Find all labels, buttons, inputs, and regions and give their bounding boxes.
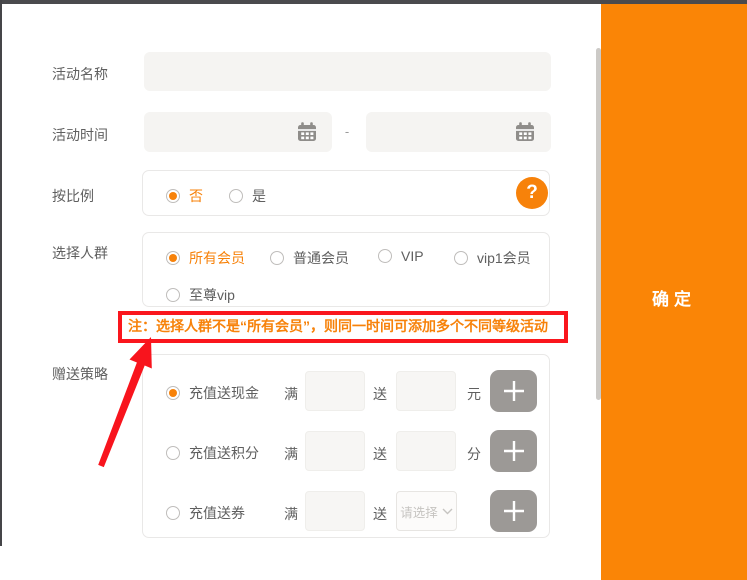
- drawer-form: 确定 活动名称 活动时间 -: [0, 0, 747, 580]
- give-word: 送: [373, 444, 387, 464]
- radio-option-vip1[interactable]: vip1会员: [454, 248, 531, 268]
- date-range-separator: -: [338, 124, 356, 139]
- radio-icon[interactable]: [166, 506, 180, 520]
- scrollbar-thumb[interactable]: [596, 48, 601, 400]
- by-ratio-group: 否 是 ?: [142, 170, 550, 216]
- radio-icon[interactable]: [378, 249, 392, 263]
- confirm-panel: 确定: [601, 4, 747, 580]
- plus-icon: [502, 379, 526, 403]
- unit-word: 元: [467, 384, 481, 404]
- radio-option-all-members[interactable]: 所有会员: [166, 248, 245, 268]
- by-ratio-label: 按比例: [52, 186, 94, 206]
- add-rule-button[interactable]: [490, 430, 537, 472]
- help-icon[interactable]: ?: [516, 177, 548, 209]
- radio-icon[interactable]: [166, 251, 180, 265]
- audience-group: 所有会员 普通会员 VIP vip1会员 至尊vip: [142, 232, 550, 307]
- radio-icon[interactable]: [454, 251, 468, 265]
- plus-icon: [502, 499, 526, 523]
- radio-option-recharge-cash[interactable]: 充值送现金: [166, 383, 259, 403]
- chevron-down-icon: [442, 508, 453, 515]
- confirm-button[interactable]: 确定: [601, 285, 747, 310]
- radio-icon[interactable]: [166, 386, 180, 400]
- strategy-group: 充值送现金 满 送 元 充值送积分 满 送 分 充值送券: [142, 354, 550, 538]
- radio-option-normal-members[interactable]: 普通会员: [270, 248, 349, 268]
- radio-option-vip[interactable]: VIP: [378, 248, 424, 264]
- audience-label: 选择人群: [52, 243, 108, 263]
- radio-icon[interactable]: [166, 189, 180, 203]
- note-text: 注：选择人群不是“所有会员”，则同一时间可添加多个不同等级活动: [128, 316, 548, 336]
- add-rule-button[interactable]: [490, 490, 537, 532]
- activity-name-input[interactable]: [144, 52, 551, 91]
- radio-option-yes[interactable]: 是: [229, 186, 266, 206]
- gift-amount-input[interactable]: [396, 431, 456, 471]
- amount-input[interactable]: [305, 371, 365, 411]
- give-word: 送: [373, 384, 387, 404]
- coupon-select[interactable]: 请选择: [396, 491, 457, 531]
- gift-amount-input[interactable]: [396, 371, 456, 411]
- threshold-word: 满: [284, 504, 298, 524]
- give-word: 送: [373, 504, 387, 524]
- plus-icon: [502, 439, 526, 463]
- radio-option-no[interactable]: 否: [166, 186, 203, 206]
- unit-word: 分: [467, 444, 481, 464]
- radio-icon[interactable]: [166, 288, 180, 302]
- threshold-word: 满: [284, 384, 298, 404]
- end-date-input[interactable]: [366, 112, 551, 152]
- radio-option-recharge-coupon[interactable]: 充值送券: [166, 503, 245, 523]
- left-window-edge: [0, 0, 2, 546]
- strategy-label: 赠送策略: [52, 364, 108, 384]
- radio-option-recharge-points[interactable]: 充值送积分: [166, 443, 259, 463]
- calendar-icon[interactable]: [514, 121, 537, 143]
- calendar-icon[interactable]: [296, 121, 319, 143]
- threshold-word: 满: [284, 444, 298, 464]
- start-date-input[interactable]: [144, 112, 332, 152]
- add-rule-button[interactable]: [490, 370, 537, 412]
- activity-name-label: 活动名称: [52, 64, 108, 84]
- amount-input[interactable]: [305, 431, 365, 471]
- select-placeholder: 请选择: [400, 502, 438, 521]
- radio-icon[interactable]: [270, 251, 284, 265]
- activity-time-label: 活动时间: [52, 125, 108, 145]
- amount-input[interactable]: [305, 491, 365, 531]
- radio-option-supreme-vip[interactable]: 至尊vip: [166, 285, 235, 305]
- radio-icon[interactable]: [166, 446, 180, 460]
- radio-icon[interactable]: [229, 189, 243, 203]
